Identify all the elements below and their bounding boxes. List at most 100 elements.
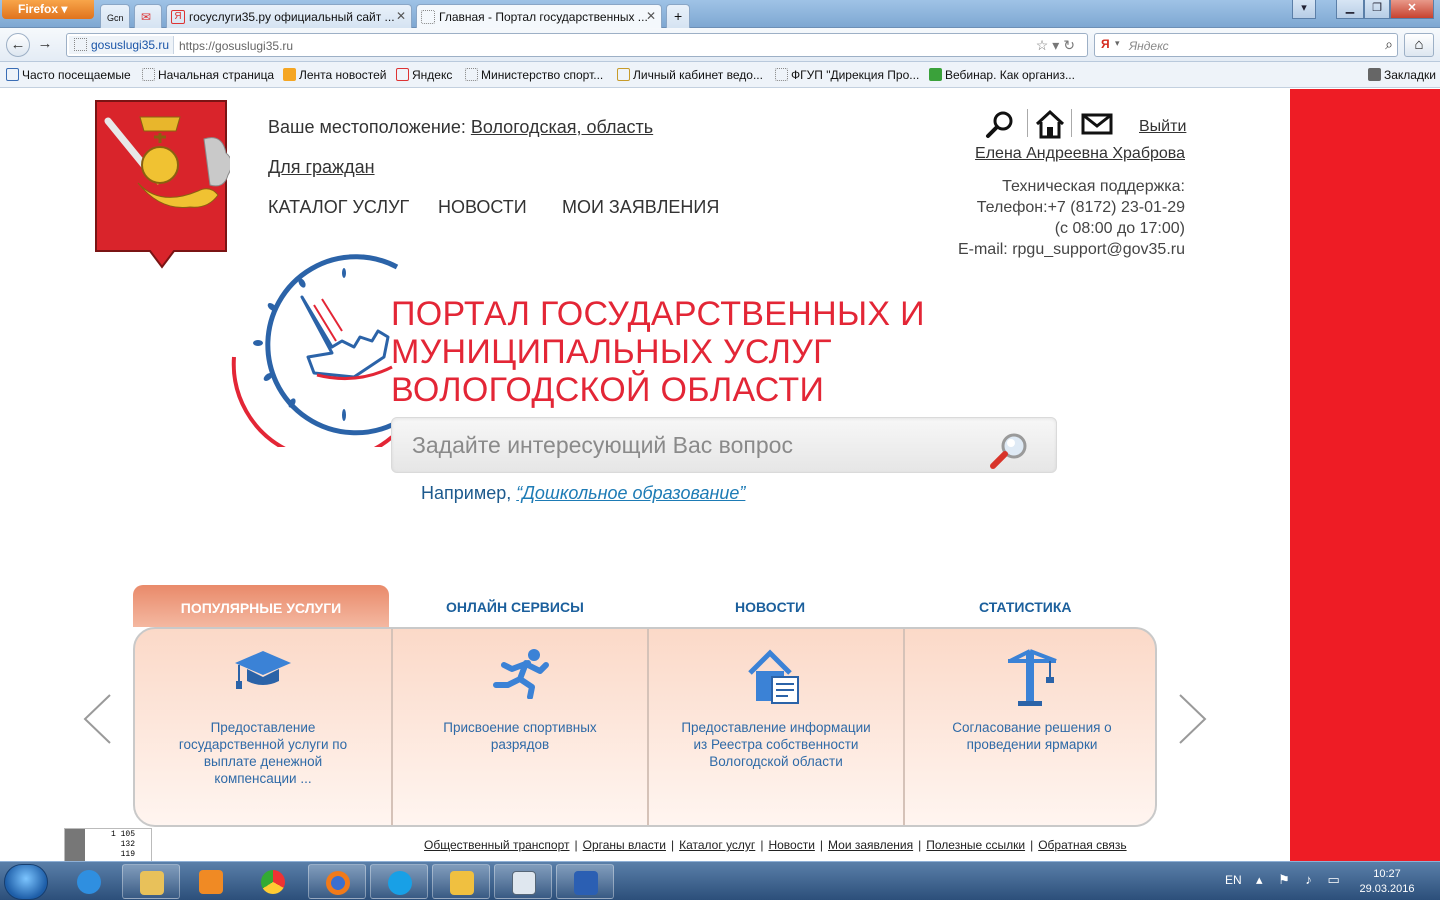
forward-button[interactable]: → bbox=[33, 33, 57, 57]
chevron-down-icon[interactable]: ▾ bbox=[1115, 38, 1120, 49]
footer-link-authorities[interactable]: Органы власти bbox=[583, 838, 666, 852]
language-indicator[interactable]: EN bbox=[1225, 873, 1242, 887]
portal-search-box bbox=[391, 417, 1057, 473]
home-icon[interactable] bbox=[1034, 109, 1066, 139]
taskbar-word[interactable] bbox=[556, 864, 614, 899]
back-button[interactable]: ← bbox=[6, 33, 30, 57]
service-label: Присвоение спортивных разрядов bbox=[443, 720, 597, 752]
close-tab-icon[interactable]: ✕ bbox=[646, 9, 656, 23]
taskbar-ie[interactable] bbox=[60, 864, 118, 899]
yandex-icon[interactable]: Я bbox=[1101, 37, 1110, 51]
bookmark-personal-cabinet[interactable]: Личный кабинет ведо... bbox=[615, 68, 763, 82]
bookmark-news-feed[interactable]: Лента новостей bbox=[281, 68, 387, 82]
coat-of-arms-logo[interactable] bbox=[94, 99, 230, 271]
minimize-button[interactable]: ▁ bbox=[1336, 0, 1364, 19]
bookmark-star-icon[interactable]: ☆▾↻ bbox=[1036, 37, 1079, 54]
crown-icon bbox=[617, 68, 630, 81]
graduation-cap-icon bbox=[235, 651, 291, 689]
mail-icon[interactable] bbox=[1080, 109, 1114, 139]
home-button[interactable]: ⌂ bbox=[1404, 33, 1434, 57]
close-tab-icon[interactable]: ✕ bbox=[396, 9, 406, 23]
bookmark-most-visited[interactable]: Часто посещаемые bbox=[4, 68, 131, 82]
firefox-menu-button[interactable]: Firefox ▾ bbox=[2, 0, 94, 19]
runner-icon bbox=[493, 649, 549, 700]
portal-search-input[interactable] bbox=[412, 430, 972, 460]
mail-icon bbox=[450, 871, 474, 895]
bookmarks-menu[interactable]: Закладки bbox=[1366, 68, 1436, 82]
tab-statistics[interactable]: СТАТИСТИКА bbox=[979, 599, 1072, 615]
footer-link-transport[interactable]: Общественный транспорт bbox=[424, 838, 570, 852]
footer-link-feedback[interactable]: Обратная связь bbox=[1038, 838, 1126, 852]
bookmark-start-page[interactable]: Начальная страница bbox=[140, 68, 274, 82]
support-phone: Телефон:+7 (8172) 23-01-29 bbox=[976, 199, 1185, 216]
url-text[interactable]: https://gosuslugi35.ru bbox=[179, 39, 293, 53]
tray-clock[interactable]: 10:27 29.03.2016 bbox=[1352, 867, 1422, 897]
yandex-icon: Я bbox=[171, 10, 185, 24]
search-icon[interactable]: ⌕ bbox=[1385, 36, 1393, 53]
service-card[interactable]: Согласование решения о проведении ярмарк… bbox=[903, 629, 1155, 825]
download-icon bbox=[929, 68, 942, 81]
tab-pinned-2[interactable]: ✉ bbox=[134, 4, 162, 28]
taskbar-outlook[interactable] bbox=[432, 864, 490, 899]
tab-online-services[interactable]: ОНЛАЙН СЕРВИСЫ bbox=[446, 599, 584, 615]
support-hours: (с 08:00 до 17:00) bbox=[1054, 220, 1185, 237]
tab-gosuslugi-search[interactable]: Я госуслуги35.ру официальный сайт ... ✕ bbox=[166, 4, 412, 28]
taskbar-firefox[interactable] bbox=[308, 864, 366, 899]
footer-link-applications[interactable]: Мои заявления bbox=[828, 838, 913, 852]
counter-bar-icon bbox=[65, 829, 85, 861]
taskbar-chrome[interactable] bbox=[244, 864, 302, 899]
footer-link-news[interactable]: Новости bbox=[768, 838, 814, 852]
footer-link-catalog[interactable]: Каталог услуг bbox=[679, 838, 755, 852]
tray-icons[interactable]: ▴ ⚑ ♪ ▭ bbox=[1256, 872, 1346, 888]
menu-news[interactable]: НОВОСТИ bbox=[438, 197, 527, 218]
tab-news[interactable]: НОВОСТИ bbox=[735, 599, 805, 615]
visit-counter[interactable]: 1 105 132 119 bbox=[64, 828, 152, 861]
logout-link[interactable]: Выйти bbox=[1139, 118, 1186, 136]
location-label: Ваше местоположение: Вологодская, област… bbox=[268, 117, 654, 137]
carousel-prev-icon[interactable] bbox=[82, 693, 112, 745]
browser-navbar: ← → gosuslugi35.ru https://gosuslugi35.r… bbox=[0, 28, 1440, 62]
bookmark-yandex[interactable]: Яндекс bbox=[394, 68, 452, 82]
window-icon bbox=[512, 871, 536, 895]
service-card[interactable]: Предоставление информации из Реестра соб… bbox=[647, 629, 903, 825]
address-bar[interactable]: gosuslugi35.ru https://gosuslugi35.ru ☆▾… bbox=[66, 33, 1088, 57]
yandex-icon bbox=[396, 68, 409, 81]
media-player-icon bbox=[199, 870, 223, 894]
service-card[interactable]: Предоставление государственной услуги по… bbox=[135, 629, 391, 825]
close-window-button[interactable]: ✕ bbox=[1390, 0, 1434, 19]
portal-title-line-2: МУНИЦИПАЛЬНЫХ УСЛУГ bbox=[391, 333, 832, 371]
bookmark-fgup[interactable]: ФГУП "Дирекция Про... bbox=[773, 68, 919, 82]
site-identity[interactable]: gosuslugi35.ru bbox=[69, 36, 175, 54]
for-citizens-link[interactable]: Для граждан bbox=[268, 157, 375, 178]
carousel-next-icon[interactable] bbox=[1178, 693, 1208, 745]
browser-search-box[interactable]: Я ▾ Яндекс ⌕ bbox=[1094, 33, 1398, 57]
bookmark-webinar[interactable]: Вебинар. Как организ... bbox=[927, 68, 1075, 82]
bookmark-icon bbox=[1368, 68, 1381, 81]
location-selector[interactable]: Вологодская, область bbox=[471, 117, 653, 137]
tab-pinned[interactable]: Gcn bbox=[100, 4, 130, 28]
bookmark-sport-ministry[interactable]: Министерство спорт... bbox=[463, 68, 603, 82]
service-card[interactable]: Присвоение спортивных разрядов bbox=[391, 629, 647, 825]
start-button[interactable] bbox=[4, 864, 48, 900]
search-icon[interactable] bbox=[984, 109, 1016, 139]
tab-portal-main[interactable]: Главная - Портал государственных ... ✕ bbox=[416, 4, 662, 28]
menu-my-applications[interactable]: МОИ ЗАЯВЛЕНИЯ bbox=[562, 197, 719, 218]
taskbar-media[interactable] bbox=[182, 864, 240, 899]
maximize-button[interactable]: ❐ bbox=[1364, 0, 1390, 19]
new-tab-button[interactable]: + bbox=[666, 4, 690, 28]
menu-catalog[interactable]: КАТАЛОГ УСЛУГ bbox=[268, 197, 409, 218]
user-profile-link[interactable]: Елена Андреевна Храброва bbox=[975, 145, 1185, 163]
tab-list-button[interactable]: ▾ bbox=[1292, 0, 1316, 19]
tab-popular-services[interactable]: ПОПУЛЯРНЫЕ УСЛУГИ bbox=[133, 585, 389, 627]
search-example-link[interactable]: “Дошкольное образование” bbox=[516, 483, 745, 503]
magnifier-icon[interactable] bbox=[988, 430, 1032, 470]
taskbar-skype[interactable] bbox=[370, 864, 428, 899]
chrome-icon bbox=[261, 870, 285, 894]
page-icon bbox=[74, 38, 87, 51]
taskbar-window[interactable] bbox=[494, 864, 552, 899]
service-label: Предоставление государственной услуги по… bbox=[178, 720, 348, 786]
taskbar-explorer[interactable] bbox=[122, 864, 180, 899]
service-label: Предоставление информации из Реестра соб… bbox=[681, 720, 871, 769]
footer-link-useful[interactable]: Полезные ссылки bbox=[926, 838, 1025, 852]
word-icon bbox=[574, 871, 598, 895]
